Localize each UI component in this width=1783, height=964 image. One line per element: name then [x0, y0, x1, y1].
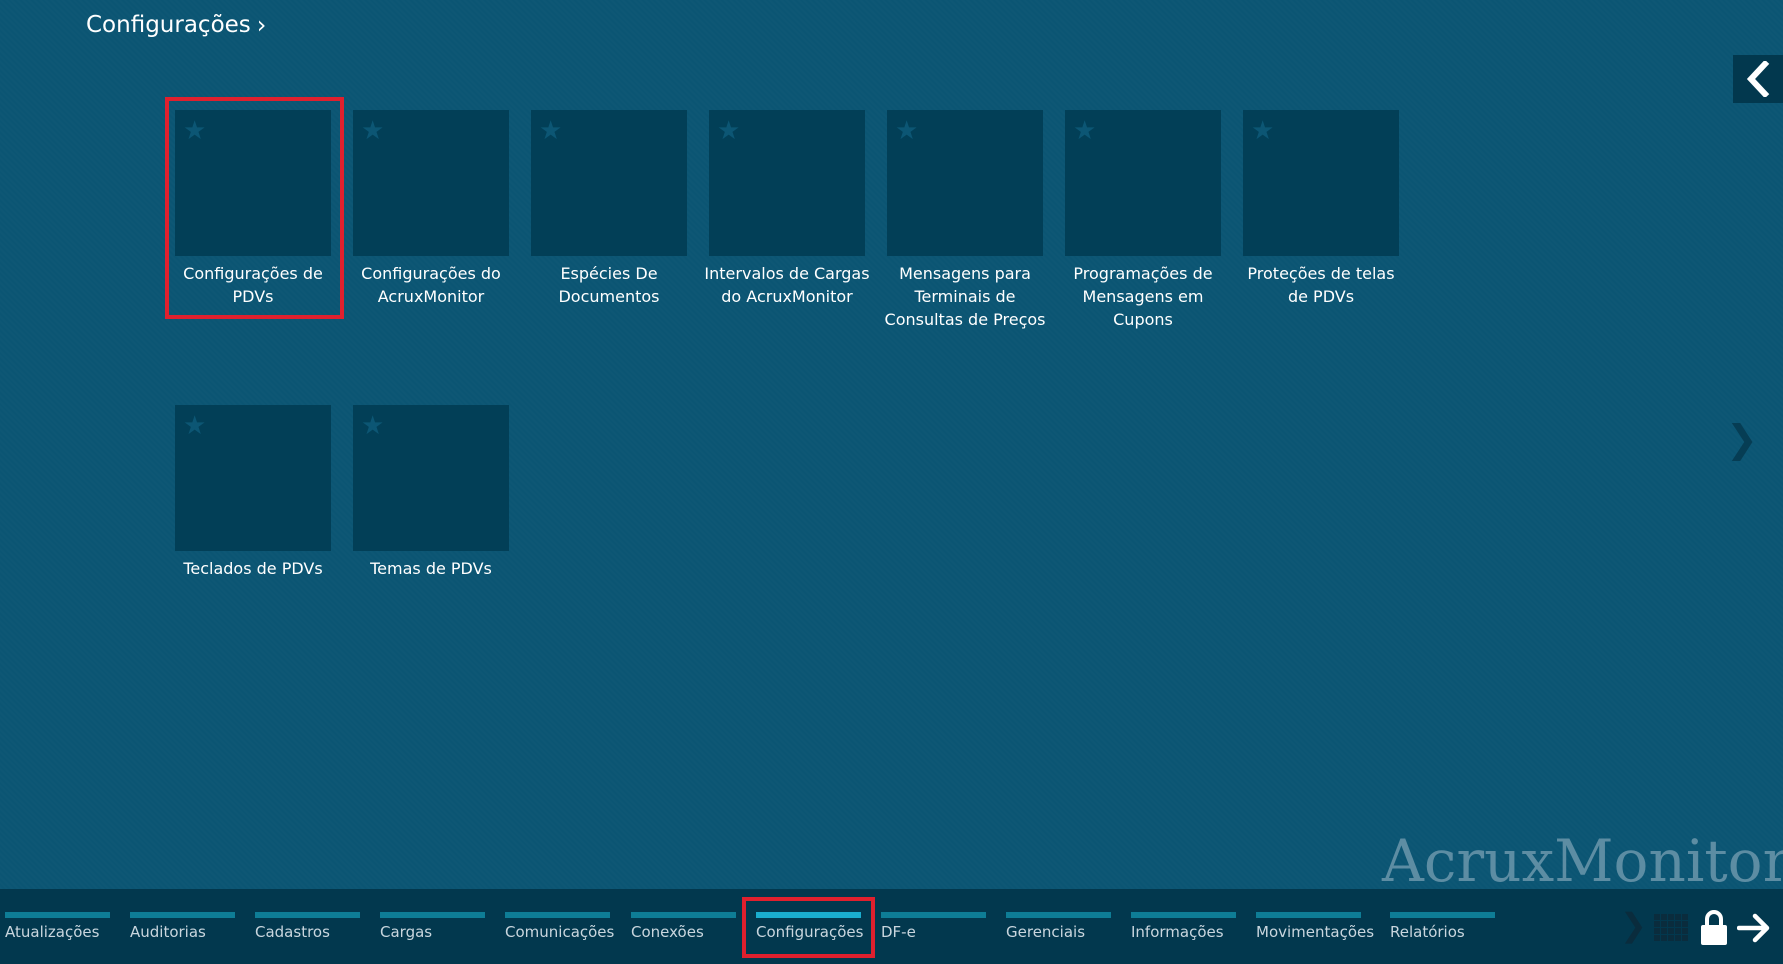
tile-especies-de-documentos[interactable]: ★ Espécies De Documentos [531, 110, 687, 370]
tile-label[interactable]: Mensagens para Terminais de Consultas de… [879, 262, 1051, 331]
nav-item-label[interactable]: Cadastros [255, 923, 375, 941]
tile-intervalos-de-cargas[interactable]: ★ Intervalos de Cargas do AcruxMonitor [704, 110, 870, 370]
nav-indicator-bar [505, 912, 610, 918]
nav-item-atualizacoes[interactable]: Atualizações [5, 889, 111, 964]
tile-square[interactable]: ★ [353, 405, 509, 551]
nav-indicator-bar [1131, 912, 1236, 918]
tile-square[interactable]: ★ [709, 110, 865, 256]
chevron-left-icon[interactable] [1743, 61, 1773, 97]
nav-item-cadastros[interactable]: Cadastros [255, 889, 361, 964]
selection-highlight [165, 97, 344, 319]
nav-indicator-bar [1006, 912, 1111, 918]
nav-item-cargas[interactable]: Cargas [380, 889, 486, 964]
nav-item-label[interactable]: DF-e [881, 923, 1001, 941]
nav-item-label[interactable]: Comunicações [505, 923, 625, 941]
star-icon[interactable]: ★ [1073, 118, 1096, 144]
star-icon[interactable]: ★ [717, 118, 740, 144]
nav-indicator-bar [5, 912, 110, 918]
nav-indicator-bar [130, 912, 235, 918]
tile-label[interactable]: Intervalos de Cargas do AcruxMonitor [701, 262, 873, 308]
nav-item-label[interactable]: Auditorias [130, 923, 250, 941]
taskbar: Atualizações Auditorias Cadastros Cargas… [0, 889, 1783, 964]
nav-item-gerenciais[interactable]: Gerenciais [1006, 889, 1112, 964]
brand-logo: AcruxMonitor [1382, 827, 1783, 895]
nav-item-conexoes[interactable]: Conexões [631, 889, 737, 964]
tile-teclados-de-pdvs[interactable]: ★ Teclados de PDVs [175, 405, 331, 665]
nav-item-label[interactable]: Movimentações [1256, 923, 1376, 941]
breadcrumb-label[interactable]: Configurações [86, 12, 251, 38]
lock-icon[interactable] [1700, 910, 1728, 946]
arrow-right-icon[interactable] [1737, 913, 1771, 943]
tile-label[interactable]: Teclados de PDVs [167, 557, 339, 580]
nav-item-label[interactable]: Gerenciais [1006, 923, 1126, 941]
breadcrumb[interactable]: Configurações › [86, 10, 266, 40]
back-button[interactable] [1733, 55, 1783, 103]
star-icon[interactable]: ★ [539, 118, 562, 144]
tile-square[interactable]: ★ [531, 110, 687, 256]
chevron-right-icon[interactable]: ❯ [1620, 909, 1647, 941]
nav-indicator-bar [881, 912, 986, 918]
tile-temas-de-pdvs[interactable]: ★ Temas de PDVs [353, 405, 509, 665]
nav-item-label[interactable]: Conexões [631, 923, 751, 941]
tile-label[interactable]: Configurações do AcruxMonitor [345, 262, 517, 308]
nav-indicator-bar [1256, 912, 1361, 918]
tile-square[interactable]: ★ [887, 110, 1043, 256]
tile-label[interactable]: Programações de Mensagens em Cupons [1057, 262, 1229, 331]
nav-item-df-e[interactable]: DF-e [881, 889, 987, 964]
tile-label[interactable]: Espécies De Documentos [523, 262, 695, 308]
tile-square[interactable]: ★ [1243, 110, 1399, 256]
nav-item-auditorias[interactable]: Auditorias [130, 889, 236, 964]
next-page-chevron-icon[interactable]: ❯ [1726, 420, 1758, 458]
nav-item-relatorios[interactable]: Relatórios [1390, 889, 1496, 964]
tile-label[interactable]: Temas de PDVs [345, 557, 517, 580]
nav-item-label[interactable]: Informações [1131, 923, 1251, 941]
star-icon[interactable]: ★ [183, 413, 206, 439]
main-area: Configurações › ★ Configurações de PDVs … [0, 0, 1783, 895]
nav-item-label[interactable]: Cargas [380, 923, 500, 941]
nav-indicator-bar [255, 912, 360, 918]
nav-indicator-bar [1390, 912, 1495, 918]
tile-square[interactable]: ★ [353, 110, 509, 256]
nav-indicator-bar [631, 912, 736, 918]
star-icon[interactable]: ★ [361, 413, 384, 439]
tile-label[interactable]: Proteções de telas de PDVs [1235, 262, 1407, 308]
tile-protecoes-de-telas[interactable]: ★ Proteções de telas de PDVs [1243, 110, 1399, 370]
nav-item-label[interactable]: Atualizações [5, 923, 125, 941]
breadcrumb-chevron-icon[interactable]: › [257, 13, 267, 37]
tile-mensagens-terminais[interactable]: ★ Mensagens para Terminais de Consultas … [885, 110, 1045, 370]
star-icon[interactable]: ★ [361, 118, 384, 144]
nav-item-movimentacoes[interactable]: Movimentações [1256, 889, 1374, 964]
active-nav-highlight [742, 897, 875, 958]
tile-configuracoes-do-acruxmonitor[interactable]: ★ Configurações do AcruxMonitor [353, 110, 509, 370]
tile-square[interactable]: ★ [175, 405, 331, 551]
star-icon[interactable]: ★ [895, 118, 918, 144]
star-icon[interactable]: ★ [1251, 118, 1274, 144]
tile-square[interactable]: ★ [1065, 110, 1221, 256]
nav-item-comunicacoes[interactable]: Comunicações [505, 889, 614, 964]
nav-indicator-bar [380, 912, 485, 918]
nav-item-label[interactable]: Relatórios [1390, 923, 1510, 941]
nav-item-informacoes[interactable]: Informações [1131, 889, 1237, 964]
tile-programacoes-mensagens[interactable]: ★ Programações de Mensagens em Cupons [1065, 110, 1221, 370]
grid-icon[interactable] [1654, 914, 1688, 946]
